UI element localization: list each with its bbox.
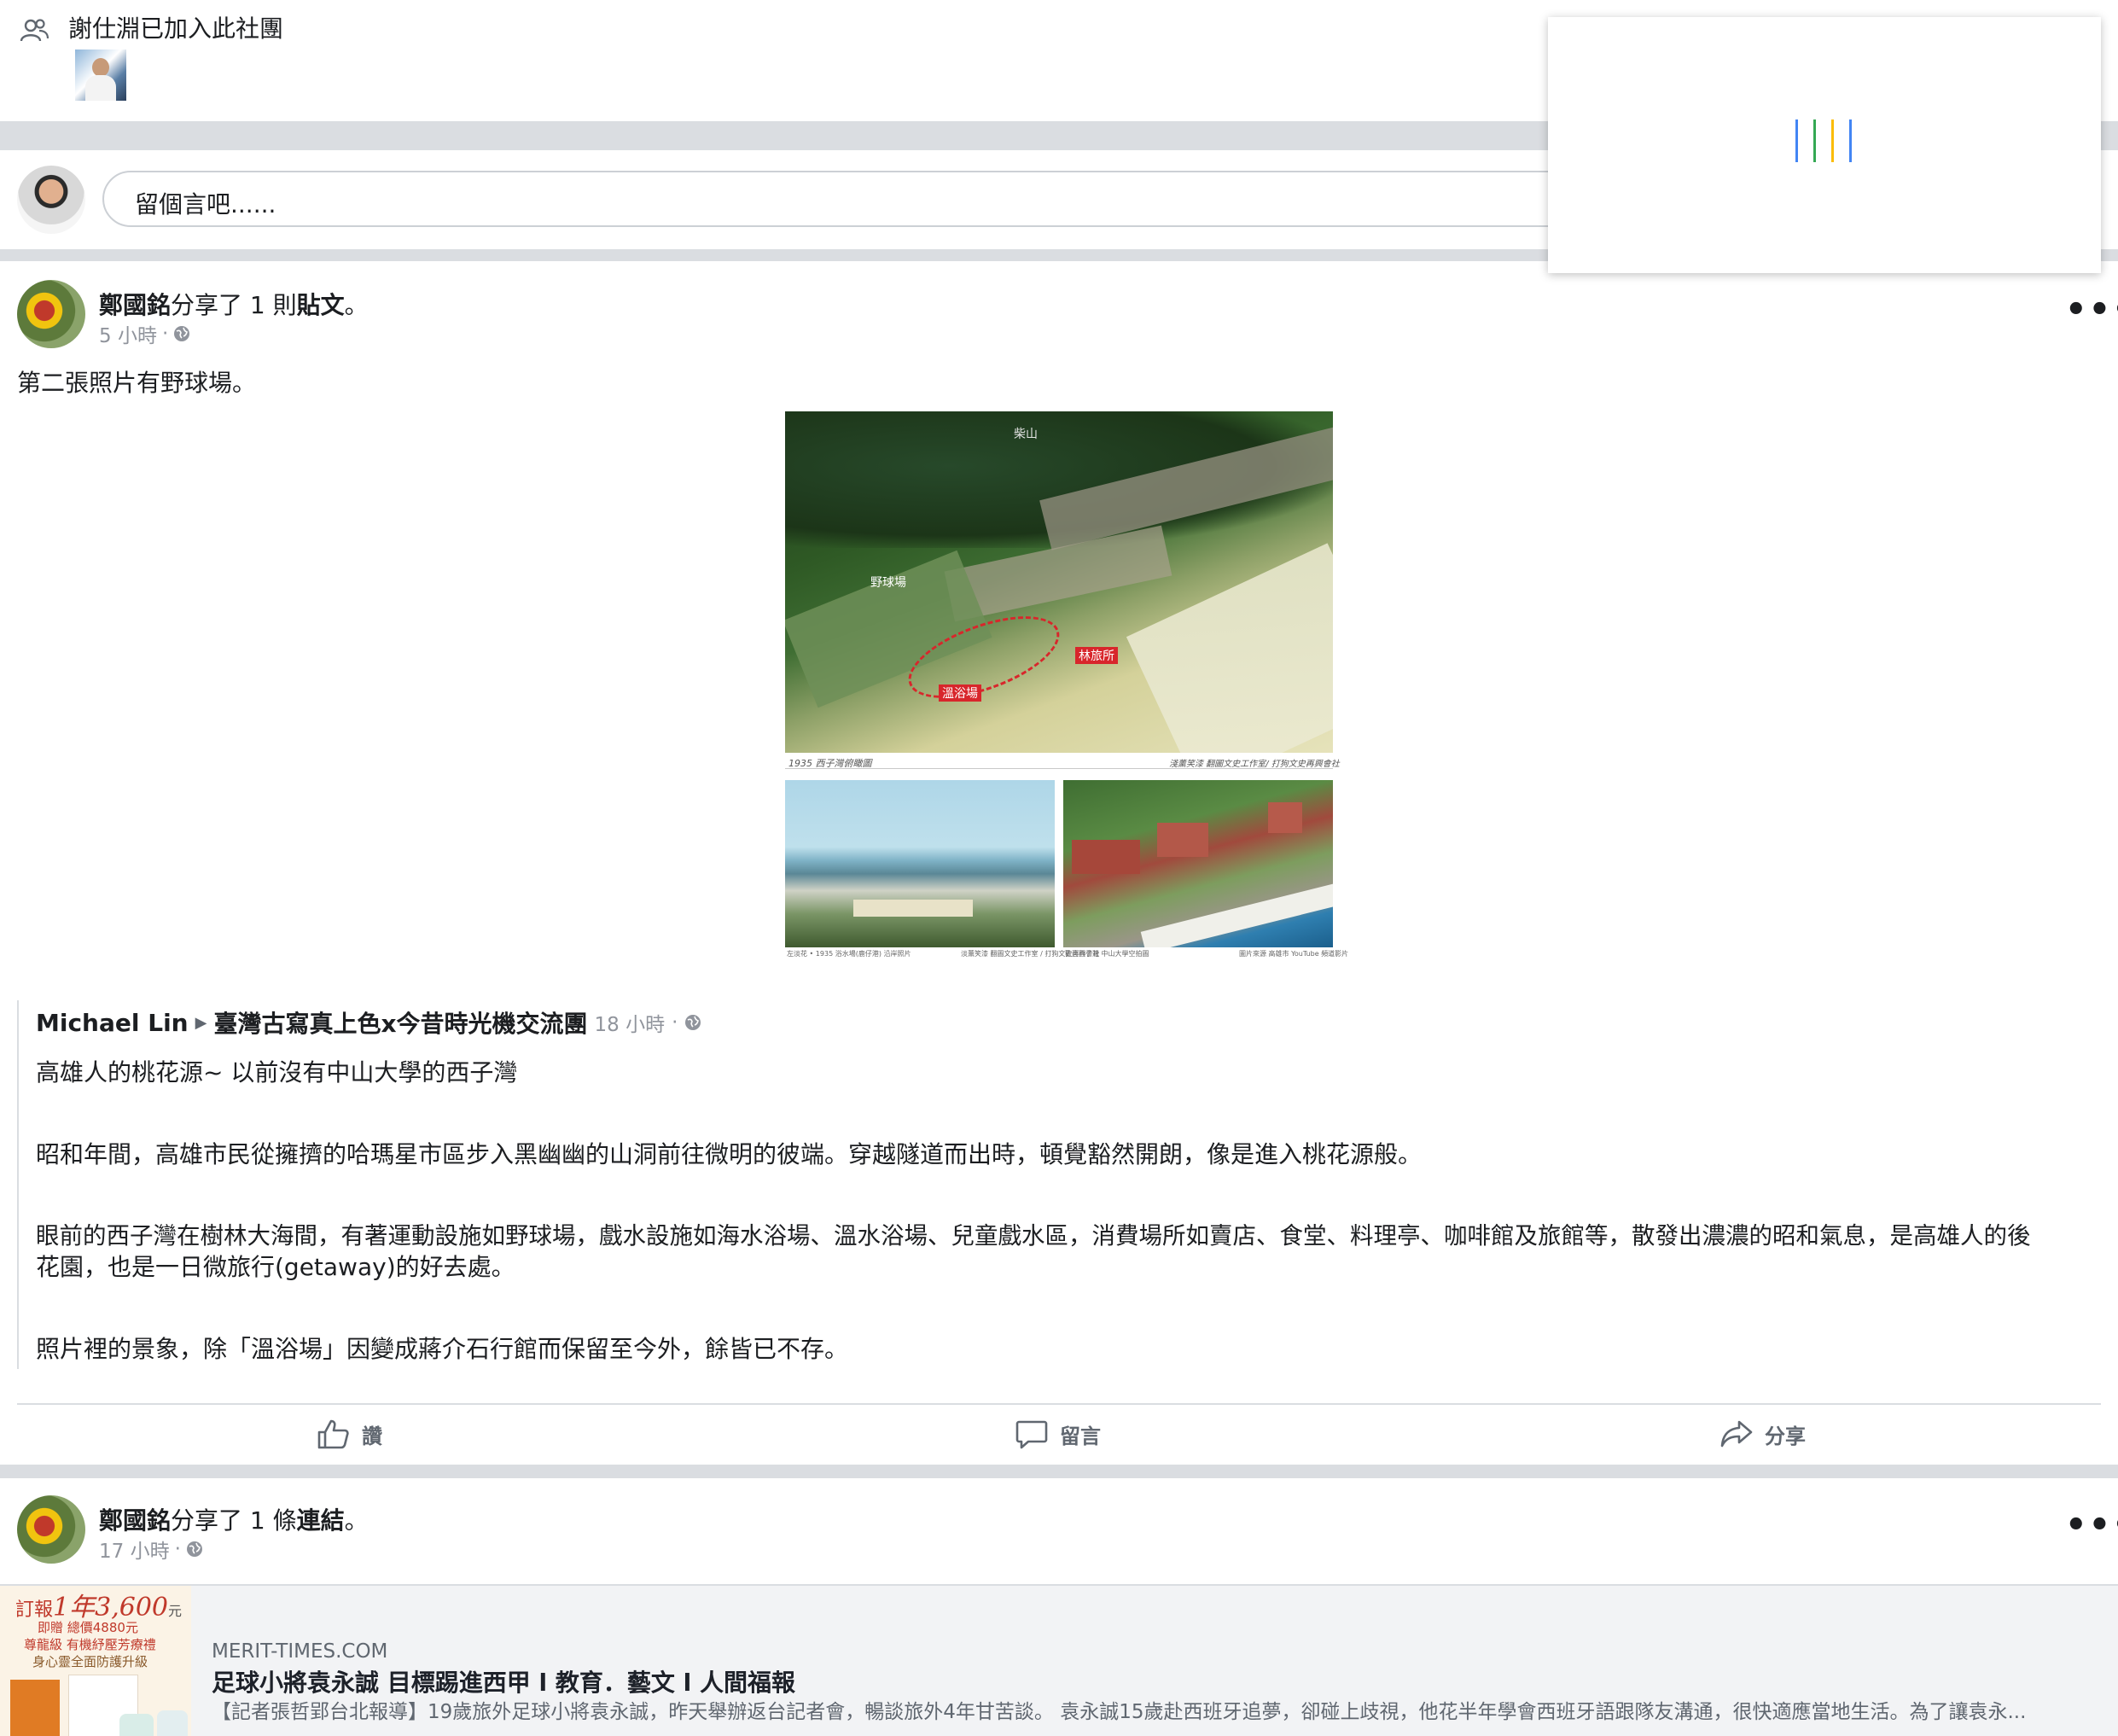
post-author-name[interactable]: 鄭國銘: [99, 291, 171, 319]
current-user-avatar[interactable]: [17, 166, 85, 234]
post-action-prefix: 分享了 1 則: [171, 291, 297, 319]
group-icon: [20, 19, 49, 42]
ad-line: 身心靈全面防護升級: [32, 1654, 148, 1669]
post-action-suffix: 。: [344, 1506, 369, 1535]
like-label: 讚: [362, 1424, 382, 1448]
link-domain: MERIT-TIMES.COM: [212, 1640, 388, 1663]
globe-icon[interactable]: [684, 1014, 701, 1031]
link-preview[interactable]: 訂報1年3,600元 即贈 總價4880元 尊龍級 有機紓壓芳療禮 身心靈全面防…: [0, 1584, 2118, 1736]
shared-author-name[interactable]: Michael Lin: [36, 1009, 189, 1037]
meta-separator: ·: [161, 323, 169, 345]
meta-separator: ·: [174, 1538, 181, 1560]
meta-separator: ·: [672, 1011, 678, 1034]
shared-post-timestamp[interactable]: 18 小時: [595, 1008, 666, 1037]
photo-label-field: 野球場: [870, 576, 906, 590]
ad-unit: 元: [168, 1603, 183, 1619]
shared-post-title: 高雄人的桃花源~ 以前沒有中山大學的西子灣: [36, 1058, 518, 1086]
post-timestamp[interactable]: 17 小時: [99, 1535, 170, 1564]
join-notice-text: 謝仕淵已加入此社團: [68, 15, 284, 43]
photo-credit: 圖片來源 高雄市 YouTube 頻道影片: [1239, 950, 1349, 958]
shared-post-header: Michael Lin ▶ 臺灣古寫真上色x今昔時光機交流團 18 小時 ·: [36, 1005, 701, 1040]
share-button[interactable]: 分享: [1720, 1410, 1806, 1458]
shared-photo-collage[interactable]: 柴山 野球場 溫浴場 林旅所 1935 西子灣俯瞰圖 淺薰笑漆 翻圖文史工作室/…: [785, 411, 1348, 959]
post-meta: 17 小時 ·: [99, 1535, 203, 1564]
post-timestamp[interactable]: 5 小時: [99, 319, 157, 348]
more-options-icon[interactable]: •••: [2065, 290, 2118, 329]
shared-post-paragraph: 照片裡的景象，除「溫浴場」因變成蔣介石行館而保留至今外，餘皆已不存。: [36, 1335, 849, 1363]
shared-post-border: [17, 1000, 19, 1369]
comment-label: 留言: [1060, 1424, 1101, 1448]
comment-icon: [1015, 1420, 1048, 1449]
comment-composer-input[interactable]: 留個言吧......: [102, 171, 1587, 227]
loading-spinner: [1795, 119, 1852, 162]
post-meta: 5 小時 ·: [99, 319, 190, 348]
more-options-icon[interactable]: •••: [2065, 1506, 2118, 1545]
shared-group-name[interactable]: 臺灣古寫真上色x今昔時光機交流團: [213, 1005, 587, 1040]
post-author-avatar[interactable]: [17, 1495, 85, 1564]
photo-label-mountain: 柴山: [1014, 428, 1038, 441]
member-thumbnail[interactable]: [75, 50, 126, 101]
link-preview-image[interactable]: 訂報1年3,600元 即贈 總價4880元 尊龍級 有機紓壓芳療禮 身心靈全面防…: [0, 1586, 191, 1736]
arrow-right-icon: ▶: [195, 1013, 207, 1032]
product-jar: [157, 1710, 188, 1736]
product-jar: [119, 1714, 154, 1736]
loading-popup: [1548, 17, 2101, 273]
globe-icon[interactable]: [186, 1541, 203, 1558]
like-button[interactable]: 讚: [317, 1410, 382, 1458]
ad-line: 尊龍級 有機紓壓芳療禮: [24, 1637, 156, 1652]
action-divider: [17, 1403, 2101, 1405]
post-author-name[interactable]: 鄭國銘: [99, 1506, 171, 1535]
post-header: 鄭國銘分享了 1 條連結。: [99, 1502, 369, 1536]
thumbs-up-icon: [317, 1419, 349, 1449]
shared-post-paragraph: 昭和年間，高雄市民從擁擠的哈瑪星市區步入黑幽幽的山洞前往微明的彼端。穿越隧道而出…: [36, 1140, 1423, 1168]
photo-label-onsen: 溫浴場: [939, 684, 981, 702]
beach-photo-1935[interactable]: [785, 780, 1055, 947]
share-arrow-icon: [1720, 1420, 1753, 1448]
shared-post-paragraph: 眼前的西子灣在樹林大海間，有著運動設施如野球場，戲水設施如海水浴場、溫水浴場、兒…: [36, 1222, 2031, 1250]
post-action-prefix: 分享了 1 條: [171, 1506, 297, 1535]
photo-caption: 左淡花 • 1935 浴水場(鹿仔港) 沿岸照片: [787, 950, 911, 958]
ad-line: 即贈 總價4880元: [38, 1620, 138, 1635]
post-author-avatar[interactable]: [17, 280, 85, 348]
post-header: 鄭國銘分享了 1 則貼文。: [99, 287, 369, 321]
post-text: 第二張照片有野球場。: [17, 369, 257, 397]
globe-icon[interactable]: [173, 325, 190, 342]
shared-post-paragraph: 花園，也是一日微旅行(getaway)的好去處。: [36, 1253, 515, 1281]
product-box: [10, 1680, 60, 1736]
photo-credit: 淺薰笑漆 翻圖文史工作室/ 打狗文史再興會社: [1169, 760, 1340, 769]
campus-photo-modern[interactable]: [1063, 780, 1333, 947]
share-label: 分享: [1765, 1424, 1806, 1448]
photo-caption: 歡迎西子灣 中山大學空拍圖: [1065, 950, 1149, 958]
post-action-suffix: 。: [344, 291, 369, 319]
link-description: 【記者張哲郢台北報導】19歲旅外足球小將袁永誠，昨天舉辦返台記者會，暢談旅外4年…: [212, 1701, 2027, 1723]
feed-separator: [0, 1465, 2118, 1478]
link-title[interactable]: 足球小將袁永誠 目標踢進西甲 l 教育．藝文 l 人間福報: [212, 1664, 795, 1698]
comment-button[interactable]: 留言: [1015, 1410, 1101, 1458]
photo-label-guesthouse: 林旅所: [1075, 647, 1118, 664]
post-action-object[interactable]: 連結: [297, 1506, 345, 1535]
post-action-object[interactable]: 貼文: [297, 291, 345, 319]
aerial-photo-1935[interactable]: 柴山 野球場 溫浴場 林旅所: [785, 411, 1333, 753]
